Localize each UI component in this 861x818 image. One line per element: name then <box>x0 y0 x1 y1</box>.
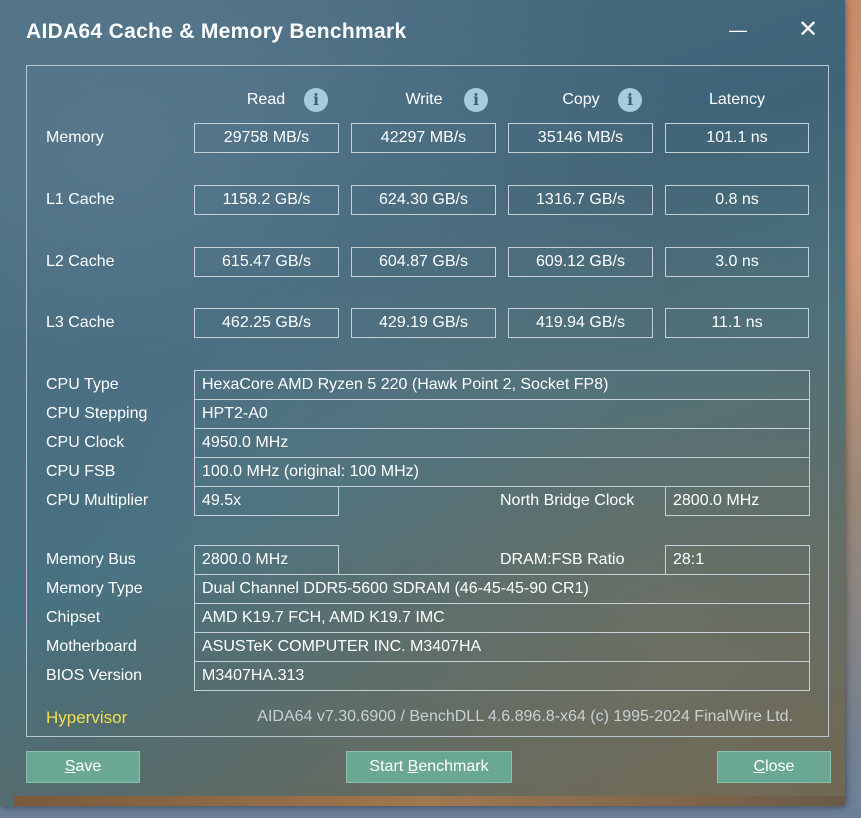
close-icon[interactable]: ✕ <box>788 16 828 44</box>
start-benchmark-button[interactable]: Start Benchmark <box>346 751 512 783</box>
results-panel <box>26 65 829 737</box>
benchmark-window: AIDA64 Cache & Memory Benchmark — ✕ Read… <box>0 0 845 806</box>
window-bottom-edge <box>14 796 845 806</box>
close-button-mnemonic: C <box>753 758 766 775</box>
start-button-mnemonic: B <box>407 758 419 775</box>
window-title: AIDA64 Cache & Memory Benchmark <box>26 20 407 43</box>
save-button-mnemonic: S <box>64 758 76 775</box>
close-button-label: lose <box>765 758 795 775</box>
title-bar: AIDA64 Cache & Memory Benchmark — ✕ <box>0 0 845 64</box>
start-button-label: enchmark <box>418 758 489 775</box>
start-button-label-pre: Start <box>369 758 408 775</box>
minimize-icon[interactable]: — <box>718 16 758 44</box>
save-button[interactable]: Save <box>26 751 140 783</box>
save-button-label: ave <box>75 758 102 775</box>
close-button[interactable]: Close <box>717 751 831 783</box>
